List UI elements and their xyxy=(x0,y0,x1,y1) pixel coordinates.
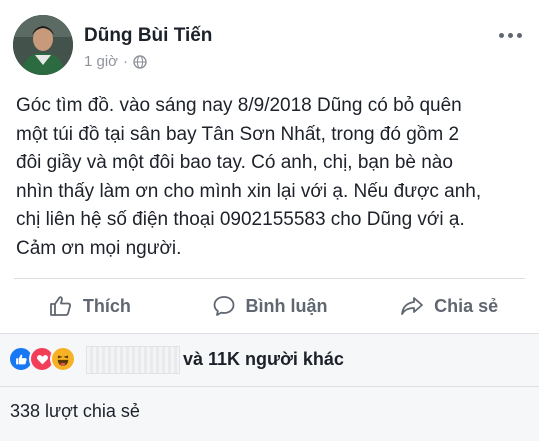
post-meta: 1 giờ · xyxy=(84,53,147,70)
thumbs-up-icon xyxy=(49,296,71,316)
avatar[interactable] xyxy=(13,15,73,75)
like-label: Thích xyxy=(82,295,131,316)
comment-label: Bình luận xyxy=(245,295,328,316)
reaction-summary[interactable]: và 11K người khác xyxy=(183,349,344,370)
author-name[interactable]: Dũng Bùi Tiến xyxy=(84,25,212,47)
post-text: Góc tìm đồ. vào sáng nay 8/9/2018 Dũng c… xyxy=(16,92,526,263)
meta-separator: · xyxy=(123,53,129,70)
comment-icon xyxy=(213,296,234,316)
post-text-line: một túi đồ tại sân bay Tân Sơn Nhất, tro… xyxy=(16,123,460,145)
like-button[interactable]: Thích xyxy=(0,279,180,333)
post-text-line: chị liên hệ số điện thoại 0902155583 cho… xyxy=(16,209,465,230)
shares-bar: 338 lượt chia sẻ xyxy=(0,386,539,441)
post-text-line: đôi giầy và một đôi bao tay. Có anh, chị… xyxy=(16,152,453,173)
comment-button[interactable]: Bình luận xyxy=(180,279,360,333)
share-count[interactable]: 338 lượt chia sẻ xyxy=(10,401,140,422)
action-bar: Thích Bình luận Chia sẻ xyxy=(0,279,539,333)
reactions-bar[interactable]: và 11K người khác xyxy=(0,333,539,386)
more-options-icon[interactable] xyxy=(499,33,522,38)
avatar-image xyxy=(13,15,73,75)
blurred-name xyxy=(86,346,180,374)
post-text-line: nhìn thấy làm ơn cho mình xin lại với ạ.… xyxy=(16,180,482,202)
post-card: Dũng Bùi Tiến 1 giờ · Góc tìm đồ. vào sá… xyxy=(0,0,539,333)
share-label: Chia sẻ xyxy=(434,295,499,316)
reaction-icons[interactable] xyxy=(8,346,76,372)
share-arrow-icon xyxy=(401,297,424,315)
post-time[interactable]: 1 giờ xyxy=(84,53,118,70)
haha-reaction-icon xyxy=(50,346,76,372)
share-button[interactable]: Chia sẻ xyxy=(359,279,539,333)
post-text-line: Góc tìm đồ. vào sáng nay 8/9/2018 Dũng c… xyxy=(16,95,462,116)
post-text-line: Cảm ơn mọi người. xyxy=(16,237,182,259)
globe-icon xyxy=(133,54,147,69)
